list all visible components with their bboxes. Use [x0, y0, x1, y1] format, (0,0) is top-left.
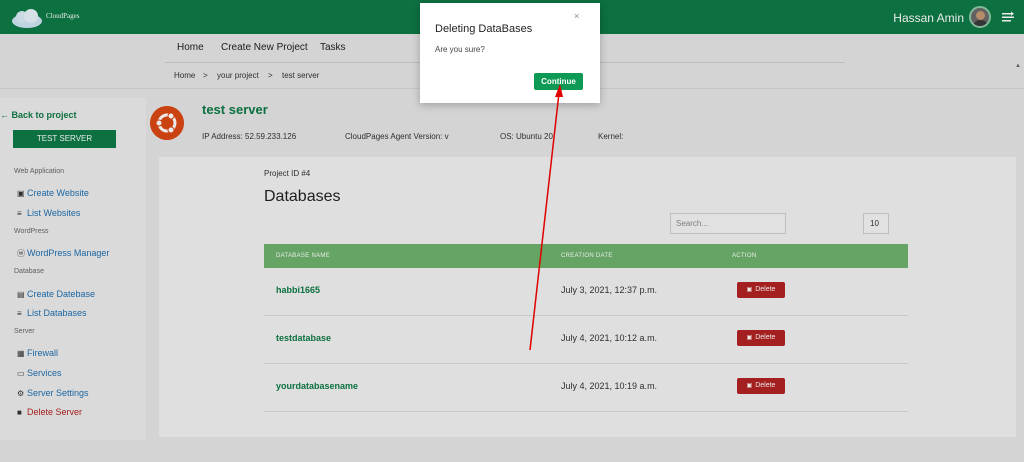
continue-button[interactable]: Continue [534, 73, 583, 90]
close-icon[interactable]: × [574, 11, 579, 21]
delete-confirm-dialog: × Deleting DataBases Are you sure? Conti… [420, 3, 600, 103]
dialog-title: Deleting DataBases [435, 23, 533, 35]
dialog-message: Are you sure? [435, 45, 485, 54]
